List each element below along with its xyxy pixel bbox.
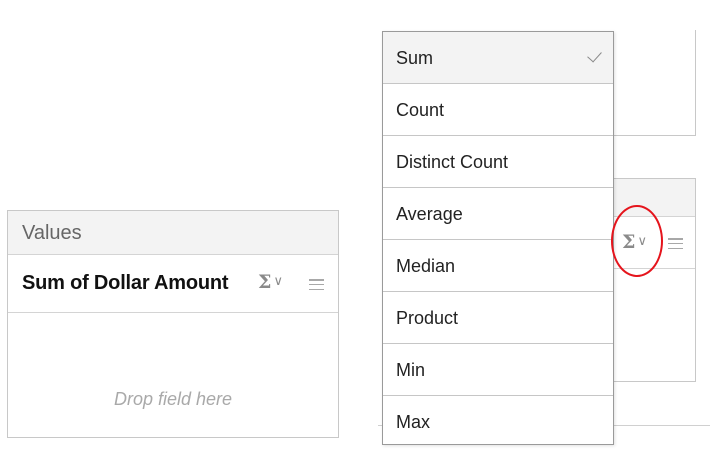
hamburger-menu-icon[interactable] [668, 238, 683, 250]
menu-item-sum[interactable]: Sum [383, 32, 613, 84]
aggregation-dropdown-button[interactable]: Σ ∨ [622, 231, 647, 253]
menu-item-min[interactable]: Min [383, 344, 613, 396]
sigma-icon: Σ [258, 271, 272, 293]
background-values-panel: Σ ∨ [612, 178, 696, 382]
values-panel-header: Values [8, 211, 338, 255]
menu-item-product[interactable]: Product [383, 292, 613, 344]
menu-item-label: Min [396, 360, 426, 380]
menu-item-distinct-count[interactable]: Distinct Count [383, 136, 613, 188]
aggregation-menu: Sum Count Distinct Count Average Median … [382, 31, 614, 445]
chevron-down-icon: ∨ [637, 233, 647, 248]
sigma-icon: Σ [622, 231, 636, 253]
hamburger-menu-icon[interactable] [309, 279, 324, 291]
drop-field-placeholder[interactable]: Drop field here [8, 389, 338, 410]
background-panel-header [612, 179, 695, 217]
values-field-item[interactable]: Sum of Dollar Amount Σ ∨ [8, 255, 338, 313]
field-label: Sum of Dollar Amount [22, 272, 229, 294]
menu-item-label: Sum [396, 48, 434, 68]
chevron-down-icon: ∨ [273, 273, 283, 288]
menu-item-label: Average [396, 204, 463, 224]
menu-item-label: Distinct Count [396, 152, 509, 172]
menu-item-label: Median [396, 256, 456, 276]
menu-item-average[interactable]: Average [383, 188, 613, 240]
menu-item-count[interactable]: Count [383, 84, 613, 136]
menu-item-label: Max [396, 412, 431, 432]
check-icon [587, 47, 602, 63]
menu-item-max[interactable]: Max [383, 396, 613, 444]
menu-item-label: Product [396, 308, 459, 328]
values-panel: Values Sum of Dollar Amount Σ ∨ Drop fie… [7, 210, 339, 438]
aggregation-dropdown-button[interactable]: Σ ∨ [258, 271, 283, 293]
background-panel-top [612, 30, 696, 136]
menu-item-label: Count [396, 100, 445, 120]
menu-item-median[interactable]: Median [383, 240, 613, 292]
background-field-row[interactable]: Σ ∨ [612, 217, 695, 269]
